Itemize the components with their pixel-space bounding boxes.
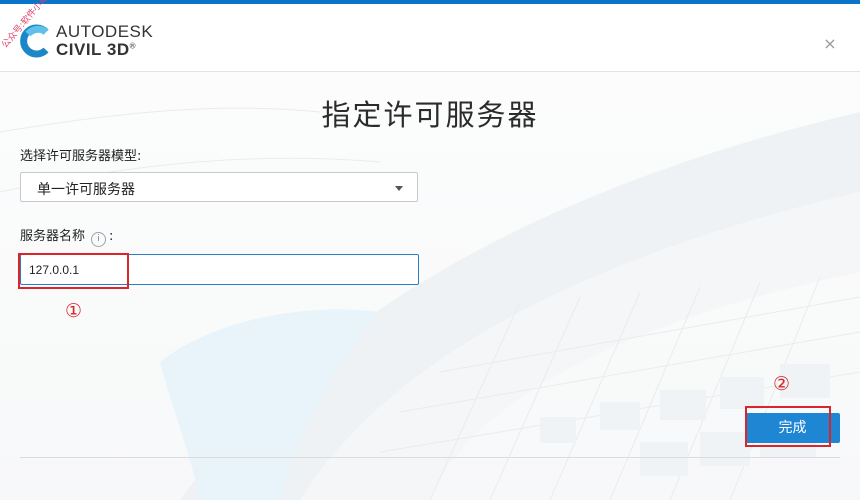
brand-top-text: AUTODESK: [56, 22, 154, 41]
page-title: 指定许可服务器: [321, 98, 539, 132]
background-city-illustration: [0, 72, 860, 500]
autodesk-civil3d-logo: AUTODESK CIVIL 3D®: [20, 22, 160, 62]
server-name-label-row: 服务器名称 i:: [20, 225, 113, 247]
server-model-select[interactable]: 单一许可服务器: [20, 172, 418, 202]
close-icon[interactable]: ×: [822, 36, 838, 52]
server-name-label: 服务器名称: [20, 229, 86, 244]
chevron-down-icon: [395, 186, 403, 191]
annotation-number-2: ②: [773, 373, 791, 395]
footer-divider: [20, 457, 840, 458]
registered-mark: ®: [129, 41, 136, 51]
server-model-selected-value: 单一许可服务器: [37, 182, 135, 198]
brand-product-name: CIVIL 3D: [56, 40, 130, 59]
server-name-label-colon: :: [109, 229, 114, 244]
annotation-number-1: ①: [65, 300, 83, 322]
dialog-header: AUTODESK CIVIL 3D® 公众号:软件小哥 ×: [0, 0, 860, 72]
annotation-box-1: [18, 253, 129, 289]
brand-bottom-text: CIVIL 3D®: [56, 40, 136, 60]
info-icon[interactable]: i: [91, 232, 107, 247]
annotation-box-2: [745, 406, 831, 447]
server-model-label: 选择许可服务器模型:: [20, 149, 142, 164]
